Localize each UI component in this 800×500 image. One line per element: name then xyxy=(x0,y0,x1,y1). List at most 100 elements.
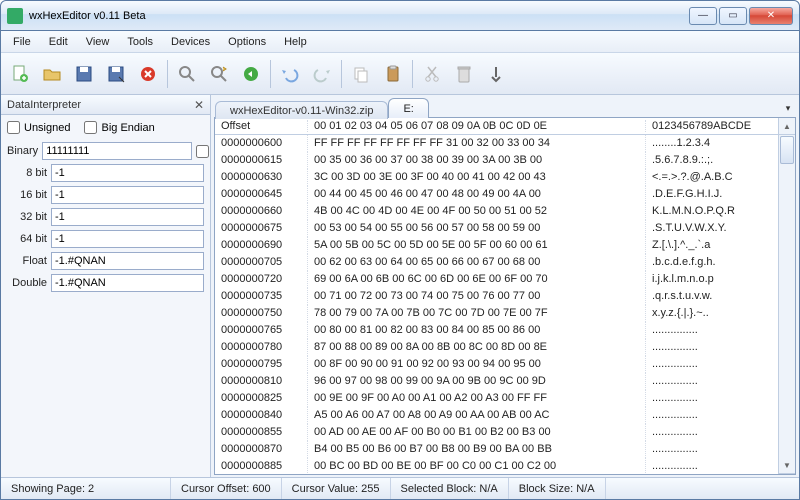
hex-row[interactable]: 000000075078 00 79 00 7A 00 7B 00 7C 00 … xyxy=(215,305,778,322)
hex-ascii[interactable]: ............... xyxy=(645,458,778,474)
menu-tools[interactable]: Tools xyxy=(119,34,161,50)
close-file-button[interactable] xyxy=(133,59,163,89)
hex-ascii[interactable]: ............... xyxy=(645,390,778,407)
prefs-button[interactable] xyxy=(481,59,511,89)
hex-ascii[interactable]: x.y.z.{.|.}.~.. xyxy=(645,305,778,322)
hex-row[interactable]: 000000079500 8F 00 90 00 91 00 92 00 93 … xyxy=(215,356,778,373)
scroll-down-icon[interactable]: ▼ xyxy=(779,457,795,474)
hex-ascii[interactable]: <.=.>.?.@.A.B.C xyxy=(645,169,778,186)
hex-bytes[interactable]: 00 80 00 81 00 82 00 83 00 84 00 85 00 8… xyxy=(307,322,645,339)
hex-bytes[interactable]: 00 AD 00 AE 00 AF 00 B0 00 B1 00 B2 00 B… xyxy=(307,424,645,441)
hex-row[interactable]: 000000088500 BC 00 BD 00 BE 00 BF 00 C0 … xyxy=(215,458,778,474)
bit32-input[interactable] xyxy=(51,208,204,226)
redo-button[interactable] xyxy=(307,59,337,89)
undo-button[interactable] xyxy=(275,59,305,89)
bit8-input[interactable] xyxy=(51,164,204,182)
panel-close-icon[interactable]: ✕ xyxy=(194,98,204,112)
menu-file[interactable]: File xyxy=(5,34,39,50)
hex-row[interactable]: 000000082500 9E 00 9F 00 A0 00 A1 00 A2 … xyxy=(215,390,778,407)
hex-ascii[interactable]: ............... xyxy=(645,356,778,373)
save-button[interactable] xyxy=(69,59,99,89)
hex-ascii[interactable]: ........1.2.3.4 xyxy=(645,135,778,152)
hex-bytes[interactable]: FF FF FF FF FF FF FF FF 31 00 32 00 33 0… xyxy=(307,135,645,152)
hex-ascii[interactable]: ............... xyxy=(645,424,778,441)
hex-row[interactable]: 00000006604B 00 4C 00 4D 00 4E 00 4F 00 … xyxy=(215,203,778,220)
hex-row[interactable]: 000000076500 80 00 81 00 82 00 83 00 84 … xyxy=(215,322,778,339)
hex-bytes[interactable]: A5 00 A6 00 A7 00 A8 00 A9 00 AA 00 AB 0… xyxy=(307,407,645,424)
hex-bytes[interactable]: 96 00 97 00 98 00 99 00 9A 00 9B 00 9C 0… xyxy=(307,373,645,390)
hex-bytes[interactable]: 87 00 88 00 89 00 8A 00 8B 00 8C 00 8D 0… xyxy=(307,339,645,356)
tabs-dropdown-icon[interactable]: ▾ xyxy=(781,103,795,117)
double-input[interactable] xyxy=(51,274,204,292)
menu-edit[interactable]: Edit xyxy=(41,34,76,50)
hex-row[interactable]: 000000081096 00 97 00 98 00 99 00 9A 00 … xyxy=(215,373,778,390)
hex-bytes[interactable]: 69 00 6A 00 6B 00 6C 00 6D 00 6E 00 6F 0… xyxy=(307,271,645,288)
hex-ascii[interactable]: .D.E.F.G.H.I.J. xyxy=(645,186,778,203)
copy-button[interactable] xyxy=(346,59,376,89)
cut-button[interactable] xyxy=(417,59,447,89)
hex-row[interactable]: 000000073500 71 00 72 00 73 00 74 00 75 … xyxy=(215,288,778,305)
scroll-up-icon[interactable]: ▲ xyxy=(779,118,795,135)
close-button[interactable]: ✕ xyxy=(749,7,793,25)
save-as-button[interactable] xyxy=(101,59,131,89)
hex-ascii[interactable]: .5.6.7.8.9.:.;. xyxy=(645,152,778,169)
hex-bytes[interactable]: 00 62 00 63 00 64 00 65 00 66 00 67 00 6… xyxy=(307,254,645,271)
open-folder-button[interactable] xyxy=(37,59,67,89)
titlebar[interactable]: wxHexEditor v0.11 Beta — ▭ ✕ xyxy=(1,1,799,31)
new-file-button[interactable] xyxy=(5,59,35,89)
hex-ascii[interactable]: ............... xyxy=(645,322,778,339)
hex-ascii[interactable]: .S.T.U.V.W.X.Y. xyxy=(645,220,778,237)
scroll-thumb[interactable] xyxy=(780,136,794,164)
hex-bytes[interactable]: B4 00 B5 00 B6 00 B7 00 B8 00 B9 00 BA 0… xyxy=(307,441,645,458)
hex-bytes[interactable]: 4B 00 4C 00 4D 00 4E 00 4F 00 50 00 51 0… xyxy=(307,203,645,220)
menu-options[interactable]: Options xyxy=(220,34,274,50)
hex-bytes[interactable]: 00 44 00 45 00 46 00 47 00 48 00 49 00 4… xyxy=(307,186,645,203)
hex-row[interactable]: 0000000870B4 00 B5 00 B6 00 B7 00 B8 00 … xyxy=(215,441,778,458)
menu-devices[interactable]: Devices xyxy=(163,34,218,50)
hex-view[interactable]: Offset 00 01 02 03 04 05 06 07 08 09 0A … xyxy=(215,118,778,474)
hex-ascii[interactable]: i.j.k.l.m.n.o.p xyxy=(645,271,778,288)
hex-bytes[interactable]: 5A 00 5B 00 5C 00 5D 00 5E 00 5F 00 60 0… xyxy=(307,237,645,254)
hex-ascii[interactable]: ............... xyxy=(645,441,778,458)
bit16-input[interactable] xyxy=(51,186,204,204)
menu-view[interactable]: View xyxy=(78,34,118,50)
paste-button[interactable] xyxy=(378,59,408,89)
hex-row[interactable]: 000000078087 00 88 00 89 00 8A 00 8B 00 … xyxy=(215,339,778,356)
hex-row[interactable]: 0000000600FF FF FF FF FF FF FF FF 31 00 … xyxy=(215,135,778,152)
hex-bytes[interactable]: 00 53 00 54 00 55 00 56 00 57 00 58 00 5… xyxy=(307,220,645,237)
hex-bytes[interactable]: 3C 00 3D 00 3E 00 3F 00 40 00 41 00 42 0… xyxy=(307,169,645,186)
hex-bytes[interactable]: 00 9E 00 9F 00 A0 00 A1 00 A2 00 A3 00 F… xyxy=(307,390,645,407)
hex-row[interactable]: 000000070500 62 00 63 00 64 00 65 00 66 … xyxy=(215,254,778,271)
hex-row[interactable]: 00000006303C 00 3D 00 3E 00 3F 00 40 00 … xyxy=(215,169,778,186)
hex-ascii[interactable]: K.L.M.N.O.P.Q.R xyxy=(645,203,778,220)
hex-row[interactable]: 000000085500 AD 00 AE 00 AF 00 B0 00 B1 … xyxy=(215,424,778,441)
delete-button[interactable] xyxy=(449,59,479,89)
bigendian-checkbox[interactable]: Big Endian xyxy=(84,121,154,134)
hex-ascii[interactable]: .q.r.s.t.u.v.w. xyxy=(645,288,778,305)
goto-button[interactable] xyxy=(236,59,266,89)
maximize-button[interactable]: ▭ xyxy=(719,7,747,25)
hex-ascii[interactable]: .b.c.d.e.f.g.h. xyxy=(645,254,778,271)
hex-row[interactable]: 0000000840A5 00 A6 00 A7 00 A8 00 A9 00 … xyxy=(215,407,778,424)
binary-input[interactable] xyxy=(42,142,192,160)
hex-row[interactable]: 000000064500 44 00 45 00 46 00 47 00 48 … xyxy=(215,186,778,203)
bit64-input[interactable] xyxy=(51,230,204,248)
hex-ascii[interactable]: ............... xyxy=(645,339,778,356)
vertical-scrollbar[interactable]: ▲ ▼ xyxy=(778,118,795,474)
tab-drive[interactable]: E: xyxy=(388,98,428,118)
replace-button[interactable] xyxy=(204,59,234,89)
find-button[interactable] xyxy=(172,59,202,89)
tab-file[interactable]: wxHexEditor-v0.11-Win32.zip xyxy=(215,101,388,119)
hex-row[interactable]: 000000072069 00 6A 00 6B 00 6C 00 6D 00 … xyxy=(215,271,778,288)
hex-row[interactable]: 000000061500 35 00 36 00 37 00 38 00 39 … xyxy=(215,152,778,169)
hex-row[interactable]: 00000006905A 00 5B 00 5C 00 5D 00 5E 00 … xyxy=(215,237,778,254)
unsigned-checkbox[interactable]: Unsigned xyxy=(7,121,70,134)
hex-bytes[interactable]: 00 BC 00 BD 00 BE 00 BF 00 C0 00 C1 00 C… xyxy=(307,458,645,474)
menu-help[interactable]: Help xyxy=(276,34,315,50)
hex-row[interactable]: 000000067500 53 00 54 00 55 00 56 00 57 … xyxy=(215,220,778,237)
hex-ascii[interactable]: Z.[.\.].^._.`.a xyxy=(645,237,778,254)
hex-bytes[interactable]: 00 71 00 72 00 73 00 74 00 75 00 76 00 7… xyxy=(307,288,645,305)
hex-ascii[interactable]: ............... xyxy=(645,373,778,390)
float-input[interactable] xyxy=(51,252,204,270)
hex-bytes[interactable]: 00 8F 00 90 00 91 00 92 00 93 00 94 00 9… xyxy=(307,356,645,373)
